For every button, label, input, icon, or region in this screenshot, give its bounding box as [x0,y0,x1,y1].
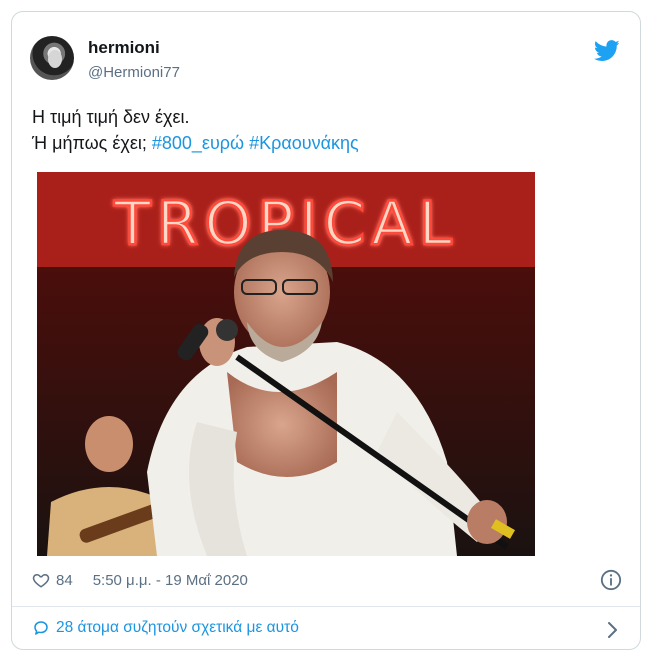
tweet-timestamp[interactable]: 5:50 μ.μ. - 19 Μαΐ 2020 [93,572,248,589]
tweet-line-1: Η τιμή τιμή δεν έχει. [32,107,190,127]
heart-icon[interactable] [32,571,50,589]
tweet-meta: 84 5:50 μ.μ. - 19 Μαΐ 2020 [32,568,622,592]
tweet-text: Η τιμή τιμή δεν έχει. Ή μήπως έχει; #800… [32,104,359,156]
hashtag-800-euro[interactable]: #800_ευρώ [152,133,244,153]
info-icon[interactable] [600,569,622,591]
author-handle[interactable]: @Hermioni77 [88,64,180,81]
divider [12,606,640,607]
chevron-right-icon[interactable] [604,621,620,639]
reply-bubble-icon [34,621,48,635]
like-count[interactable]: 84 [56,572,73,589]
tweet-line-2-prefix: Ή μήπως έχει; [32,133,152,153]
author-display-name[interactable]: hermioni [88,38,160,58]
discussion-link[interactable]: 28 άτομα συζητούν σχετικά με αυτό [32,619,299,637]
discussion-label[interactable]: 28 άτομα συζητούν σχετικά με αυτό [56,619,299,637]
tweet-card: hermioni @Hermioni77 Η τιμή τιμή δεν έχε… [11,11,641,650]
tweet-line-2: Ή μήπως έχει; #800_ευρώ #Κραουνάκης [32,130,359,156]
twitter-bird-icon[interactable] [594,40,620,62]
tweet-photo[interactable]: TROPICAL [37,172,535,556]
avatar[interactable] [30,36,74,80]
concert-photo: TROPICAL [37,172,535,556]
hashtag-kraounakis[interactable]: #Κραουνάκης [249,133,359,153]
